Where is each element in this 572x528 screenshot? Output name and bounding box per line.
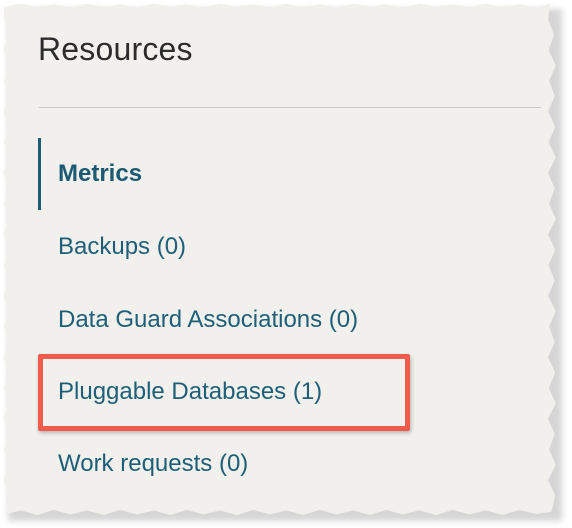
nav-item-data-guard-associations[interactable]: Data Guard Associations (0) — [38, 284, 518, 356]
nav-item-metrics[interactable]: Metrics — [38, 138, 518, 210]
nav-item-pluggable-databases[interactable]: Pluggable Databases (1) — [38, 356, 518, 428]
nav-item-backups[interactable]: Backups (0) — [38, 211, 518, 283]
heading-divider — [39, 107, 541, 108]
nav-item-work-requests[interactable]: Work requests (0) — [38, 428, 518, 500]
resources-heading: Resources — [38, 31, 193, 67]
